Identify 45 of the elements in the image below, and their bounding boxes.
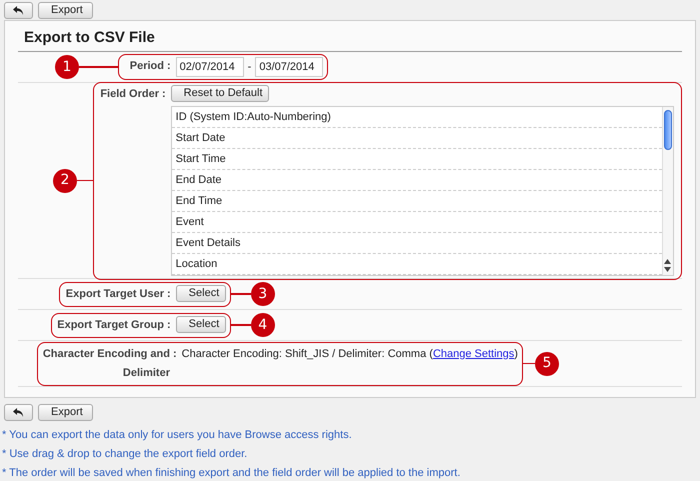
date-separator: - [248, 60, 252, 75]
number-marker: 2 [53, 168, 77, 192]
select-button[interactable]: Select [176, 284, 226, 302]
label-colon: : [166, 286, 172, 302]
start-date-field[interactable]: 02/07/2014 [176, 57, 244, 77]
field-list-item[interactable]: End Time [172, 190, 662, 212]
number-marker: 1 [55, 55, 79, 79]
export-button[interactable]: Export [38, 2, 93, 19]
field-label: Field Order [99, 86, 159, 102]
field-list-item[interactable]: Start Date [172, 128, 662, 148]
label-colon: : [172, 346, 178, 362]
field-list-item[interactable]: Location [172, 254, 662, 274]
back-arrow-icon [13, 408, 24, 417]
page-title: Export to CSV File [18, 25, 682, 52]
label-colon: : [161, 86, 167, 102]
scroll-up-icon[interactable] [664, 258, 672, 264]
number-marker: 4 [250, 313, 275, 337]
note-text: * Use drag & drop to change the export field order. [1, 447, 248, 462]
note-text: * The order will be saved when finishing export and the field order will be applied to the import. [1, 466, 462, 481]
reset-to-default-button[interactable]: Reset to Default [170, 84, 269, 102]
number-marker: 3 [250, 282, 275, 306]
field-list-item[interactable]: End Date [172, 170, 662, 190]
field-list-item[interactable]: ID (System ID:Auto-Numbering) [172, 106, 662, 128]
field-list-item[interactable]: Event [172, 212, 662, 232]
select-button[interactable]: Select [176, 316, 226, 332]
label-colon: : [166, 59, 172, 74]
number-marker: 5 [534, 352, 559, 376]
field-label: Export Target User [64, 286, 164, 302]
back-button[interactable] [4, 404, 33, 421]
field-list-item[interactable]: Event Details [172, 232, 662, 254]
scroll-down-icon[interactable] [664, 266, 672, 272]
scrollbar-thumb[interactable] [664, 110, 672, 150]
end-date-field[interactable]: 03/07/2014 [255, 57, 324, 77]
change-settings-link[interactable]: Change Settings [432, 348, 514, 360]
field-label: Character Encoding and Delimiter [42, 346, 170, 380]
back-button[interactable] [4, 2, 33, 19]
field-list-item[interactable]: Start Time [172, 148, 662, 170]
export-button[interactable]: Export [38, 404, 93, 421]
field-label: Export Target Group [56, 318, 164, 332]
scrollbar[interactable] [662, 106, 673, 274]
encoding-settings-text: Character Encoding: Shift_JIS / Delimiter: Comma (Change Settings) [182, 346, 518, 362]
note-text: * You can export the data only for users you have Browse access rights. [1, 428, 353, 443]
back-arrow-icon [13, 6, 24, 15]
label-colon: : [166, 318, 172, 332]
field-label: Period [128, 59, 164, 74]
